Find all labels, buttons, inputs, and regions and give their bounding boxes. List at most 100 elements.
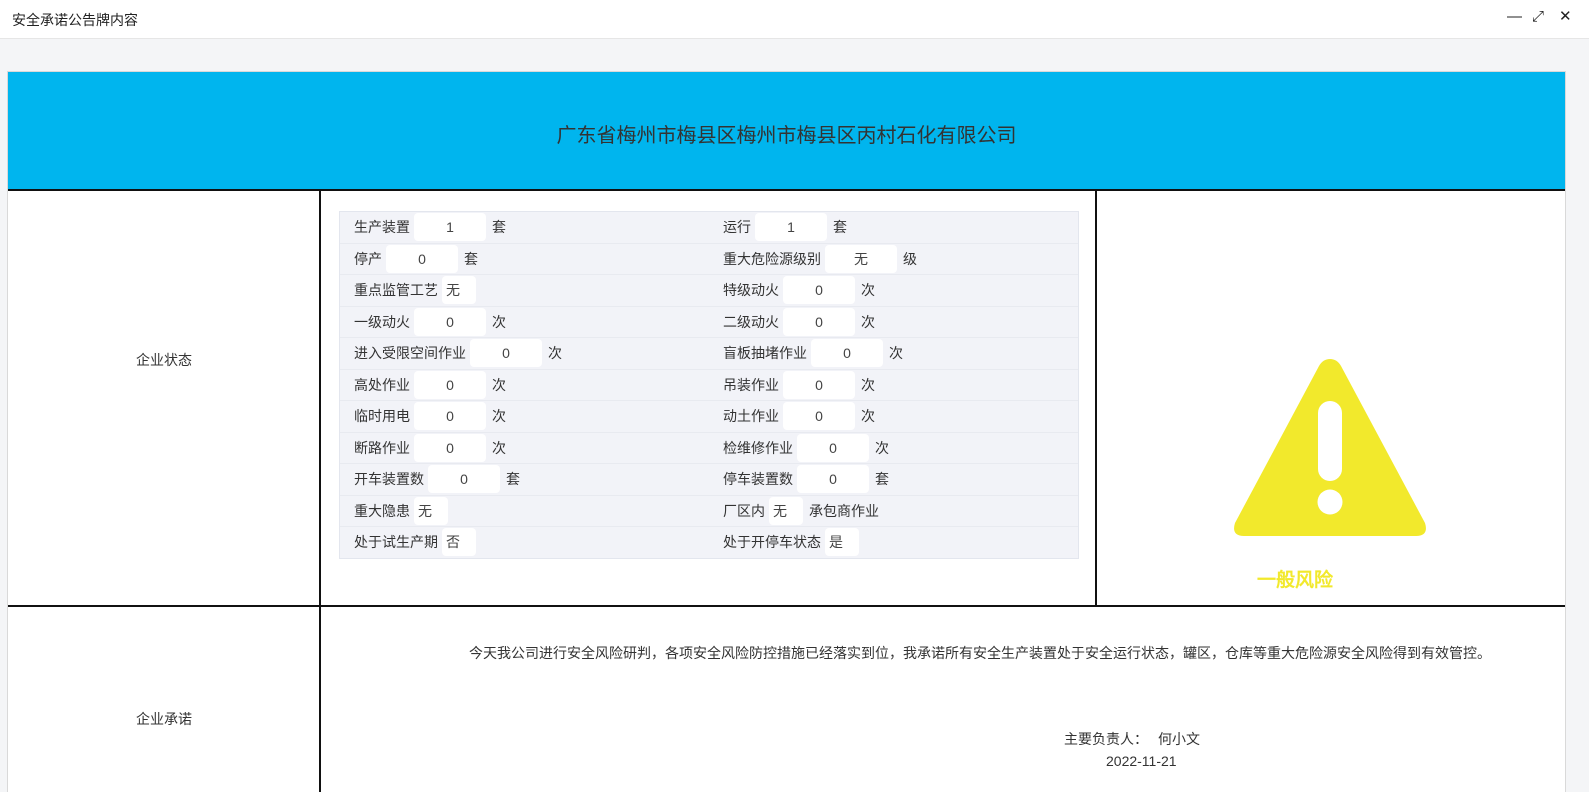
status-item-value: 无 <box>769 496 803 525</box>
status-item-label: 重大危险源级别 <box>723 250 821 267</box>
status-item-value: 0 <box>414 402 486 431</box>
status-item: 重大隐患无 <box>354 496 452 527</box>
status-item-value: 无 <box>825 244 897 273</box>
status-item-value: 无 <box>414 496 448 525</box>
status-item: 厂区内无承包商作业 <box>723 496 879 527</box>
status-item-label: 特级动火 <box>723 282 779 299</box>
table-row: 开车装置数 0 套停车装置数 0 套 <box>340 464 1078 496</box>
maximize-icon[interactable]: ⤢ <box>1532 7 1544 27</box>
status-item: 检维修作业 0 次 <box>723 433 889 464</box>
status-item-label: 临时用电 <box>354 408 410 425</box>
status-item-unit: 级 <box>903 250 917 267</box>
status-item-label: 进入受限空间作业 <box>354 345 466 362</box>
status-item-value: 0 <box>783 370 855 399</box>
status-item: 动土作业 0 次 <box>723 401 875 432</box>
status-item-label: 吊装作业 <box>723 376 779 393</box>
status-item-label: 重大隐患 <box>354 502 410 519</box>
status-item-unit: 次 <box>861 408 875 425</box>
status-item-value: 0 <box>783 307 855 336</box>
status-item-unit: 次 <box>492 408 506 425</box>
status-item: 吊装作业 0 次 <box>723 370 875 401</box>
table-row: 重大隐患无厂区内无承包商作业 <box>340 496 1078 527</box>
status-item-unit: 次 <box>889 345 903 362</box>
status-item-label: 运行 <box>723 219 751 236</box>
status-item-value: 0 <box>414 370 486 399</box>
status-section-label: 企业状态 <box>136 352 192 368</box>
status-item-unit: 套 <box>875 471 889 488</box>
status-item-label: 厂区内 <box>723 502 765 519</box>
status-item-value: 0 <box>797 433 869 462</box>
status-item-unit: 套 <box>464 250 478 267</box>
status-item: 处于试生产期否 <box>354 527 480 558</box>
status-item-label: 检维修作业 <box>723 439 793 456</box>
status-item-label: 停产 <box>354 250 382 267</box>
status-item-unit: 套 <box>506 471 520 488</box>
divider <box>319 189 321 792</box>
close-icon[interactable]: ✕ <box>1559 7 1572 27</box>
status-item-value: 0 <box>386 244 458 273</box>
status-item-unit: 次 <box>492 313 506 330</box>
status-item-label: 高处作业 <box>354 376 410 393</box>
status-item-unit: 套 <box>833 219 847 236</box>
table-row: 进入受限空间作业 0 次盲板抽堵作业 0 次 <box>340 338 1078 370</box>
status-item: 二级动火 0 次 <box>723 307 875 338</box>
status-item-value: 无 <box>442 276 476 305</box>
status-item-label: 断路作业 <box>354 439 410 456</box>
status-item: 开车装置数 0 套 <box>354 464 520 495</box>
status-item-value: 0 <box>783 276 855 305</box>
status-item: 进入受限空间作业 0 次 <box>354 338 562 369</box>
status-item-label: 盲板抽堵作业 <box>723 345 807 362</box>
status-item-value: 1 <box>755 213 827 242</box>
minimize-icon[interactable]: — <box>1507 7 1522 27</box>
status-item: 运行 1 套 <box>723 212 847 243</box>
table-row: 一级动火 0 次二级动火 0 次 <box>340 307 1078 338</box>
status-item: 断路作业 0 次 <box>354 433 506 464</box>
window-title: 安全承诺公告牌内容 <box>12 12 138 28</box>
commitment-date: 2022-11-21 <box>1106 753 1177 769</box>
status-item: 停车装置数 0 套 <box>723 464 889 495</box>
status-item-value: 0 <box>783 402 855 431</box>
status-item-label: 重点监管工艺 <box>354 282 438 299</box>
status-item-unit: 次 <box>861 313 875 330</box>
table-row: 断路作业 0 次检维修作业 0 次 <box>340 433 1078 464</box>
company-banner: 广东省梅州市梅县区梅州市梅县区丙村石化有限公司 <box>8 72 1565 189</box>
status-table: 生产装置 1 套运行 1 套停产 0 套重大危险源级别无级重点监管工艺无特级动火 0 次一级动火… <box>339 211 1079 559</box>
status-item-value: 0 <box>414 307 486 336</box>
status-item-label: 开车装置数 <box>354 471 424 488</box>
status-item-unit: 套 <box>492 219 506 236</box>
status-item-value: 否 <box>442 528 476 557</box>
status-item-value: 0 <box>428 465 500 494</box>
status-item: 特级动火 0 次 <box>723 275 875 306</box>
status-item-value: 0 <box>811 339 883 368</box>
divider <box>8 189 1565 191</box>
owner-label: 主要负责人： <box>1064 731 1148 747</box>
status-item: 重大危险源级别无级 <box>723 244 917 275</box>
status-item-unit: 承包商作业 <box>809 502 879 519</box>
table-row: 生产装置 1 套运行 1 套 <box>340 212 1078 244</box>
owner-name: 何小文 <box>1158 731 1200 747</box>
status-item: 盲板抽堵作业 0 次 <box>723 338 903 369</box>
divider <box>8 605 1565 607</box>
commitment-section-label: 企业承诺 <box>136 711 192 727</box>
status-item: 高处作业 0 次 <box>354 370 506 401</box>
table-row: 临时用电 0 次动土作业 0 次 <box>340 401 1078 433</box>
status-item-unit: 次 <box>861 376 875 393</box>
status-item-label: 二级动火 <box>723 313 779 330</box>
status-item-value: 0 <box>470 339 542 368</box>
table-row: 处于试生产期否 处于开停车状态是 <box>340 527 1078 558</box>
status-item-value: 1 <box>414 213 486 242</box>
status-item-label: 动土作业 <box>723 408 779 425</box>
warning-triangle-icon <box>1234 359 1426 536</box>
table-row: 高处作业 0 次吊装作业 0 次 <box>340 370 1078 401</box>
status-item-value: 0 <box>797 465 869 494</box>
commitment-text: 今天我公司进行安全风险研判，各项安全风险防控措施已经落实到位，我承诺所有安全生产… <box>469 645 1491 661</box>
status-item: 一级动火 0 次 <box>354 307 506 338</box>
status-item-unit: 次 <box>861 282 875 299</box>
status-item-label: 一级动火 <box>354 313 410 330</box>
status-item-unit: 次 <box>492 439 506 456</box>
status-item-label: 生产装置 <box>354 219 410 236</box>
status-item-value: 是 <box>825 528 859 557</box>
status-item-unit: 次 <box>875 439 889 456</box>
risk-level-label: 一般风险 <box>1257 570 1334 591</box>
status-item: 临时用电 0 次 <box>354 401 506 432</box>
